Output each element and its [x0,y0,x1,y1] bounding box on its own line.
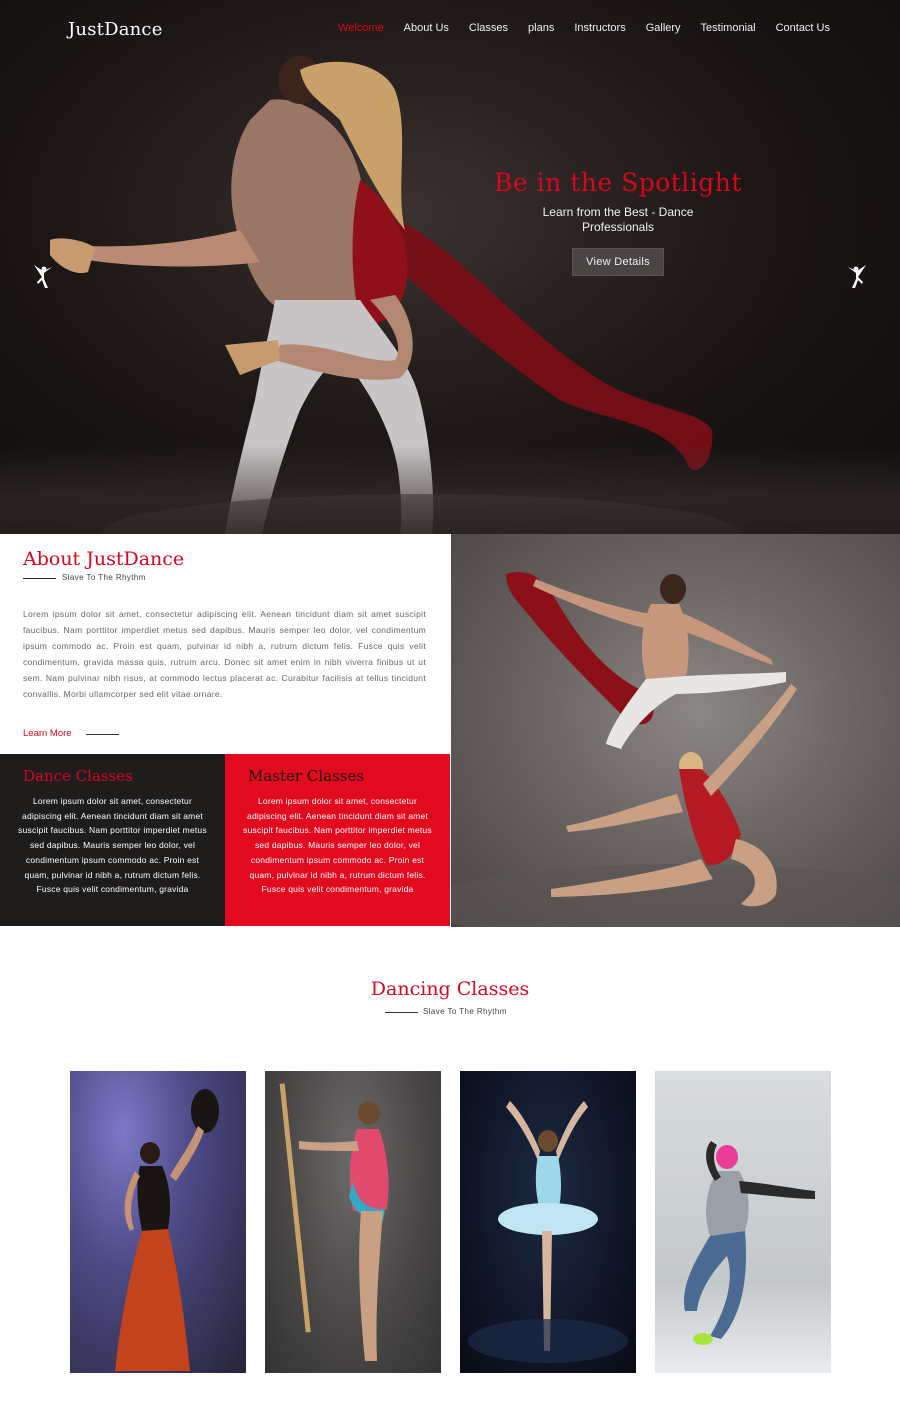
nav-testimonial[interactable]: Testimonial [701,22,756,34]
class-photo-rhythmic[interactable] [265,1071,441,1373]
about-tagline: Slave To The Rhythm [62,573,146,582]
main-menu: Welcome About Us Classes plans Instructo… [338,22,830,34]
class-photo-flamenco[interactable] [70,1071,246,1373]
dance-classes-card: Dance Classes Lorem ipsum dolor sit amet… [0,754,225,926]
nav-instructors[interactable]: Instructors [574,22,625,34]
about-title: About JustDance [23,548,185,570]
dance-classes-title[interactable]: Dance Classes [23,767,133,785]
divider [385,1012,418,1013]
learn-more-link[interactable]: Learn More [23,728,72,739]
about-text: Lorem ipsum dolor sit amet, consectetur … [23,609,426,699]
dance-classes-text: Lorem ipsum dolor sit amet, consectetur … [18,796,207,895]
master-classes-title[interactable]: Master Classes [248,767,364,785]
leaping-dancers-illustration [451,572,900,927]
ballerina-icon[interactable] [842,262,868,290]
dancing-classes-tagline: Slave To The Rhythm [423,1007,507,1016]
about-dancers-image [451,534,900,927]
class-photo-hiphop[interactable] [655,1071,831,1373]
divider [86,734,119,735]
hero-caption: Be in the Spotlight Learn from the Best … [470,168,766,276]
nav-gallery[interactable]: Gallery [646,22,681,34]
master-classes-text: Lorem ipsum dolor sit amet, consectetur … [243,796,432,895]
nav-plans[interactable]: plans [528,22,554,34]
view-details-button[interactable]: View Details [572,248,664,276]
nav-classes[interactable]: Classes [469,22,508,34]
class-photo-ballet[interactable] [460,1071,636,1373]
site-logo[interactable]: JustDance [68,19,163,40]
hero-floor-shade [0,444,900,534]
nav-about-us[interactable]: About Us [404,22,449,34]
hero-subtitle: Learn from the Best - Dance Professional… [542,205,694,234]
about-section: About JustDance Slave To The Rhythm Lore… [0,534,451,754]
master-classes-card: Master Classes Lorem ipsum dolor sit ame… [225,754,450,926]
top-navigation: JustDance Welcome About Us Classes plans… [0,0,900,62]
hero-title: Be in the Spotlight [494,168,742,197]
nav-welcome[interactable]: Welcome [338,22,384,34]
dancing-classes-title: Dancing Classes [370,978,530,1000]
hero-banner: JustDance Welcome About Us Classes plans… [0,0,900,534]
nav-contact-us[interactable]: Contact Us [776,22,830,34]
divider [23,578,56,579]
ballerina-icon[interactable] [32,262,58,290]
